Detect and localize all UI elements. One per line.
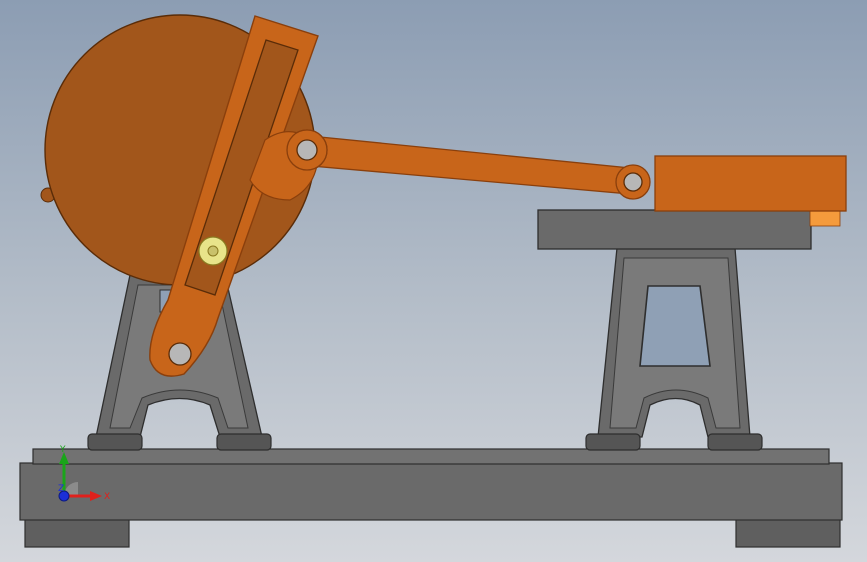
- slider-pin-inner: [207, 245, 219, 257]
- crank-boss-hole: [296, 139, 318, 161]
- left-stand-foot-a[interactable]: [87, 433, 143, 451]
- right-stand-foot-a[interactable]: [585, 433, 641, 451]
- right-stand[interactable]: [585, 247, 763, 451]
- base-body[interactable]: [19, 462, 843, 521]
- wrist-pin-hole: [623, 172, 643, 192]
- cad-viewport[interactable]: X Y Z: [0, 0, 867, 562]
- crosshead-tab[interactable]: [809, 209, 841, 227]
- right-stand-window: [639, 285, 711, 367]
- slide-bed[interactable]: [537, 209, 812, 250]
- y-axis-label: Y: [59, 445, 66, 455]
- crosshead-block[interactable]: [654, 155, 847, 212]
- slider-pin[interactable]: [198, 236, 228, 266]
- connecting-rod[interactable]: [286, 129, 651, 200]
- right-stand-foot-b[interactable]: [707, 433, 763, 451]
- left-stand-foot-b[interactable]: [216, 433, 272, 451]
- connecting-rod-shank[interactable]: [299, 134, 631, 195]
- lever-pivot-hole: [168, 342, 192, 366]
- base-plate[interactable]: [19, 448, 843, 548]
- z-axis-label: Z: [58, 484, 64, 494]
- engine-assembly-model[interactable]: X Y Z: [0, 0, 867, 562]
- x-axis-label: X: [104, 492, 110, 502]
- base-top-ledge[interactable]: [32, 448, 830, 465]
